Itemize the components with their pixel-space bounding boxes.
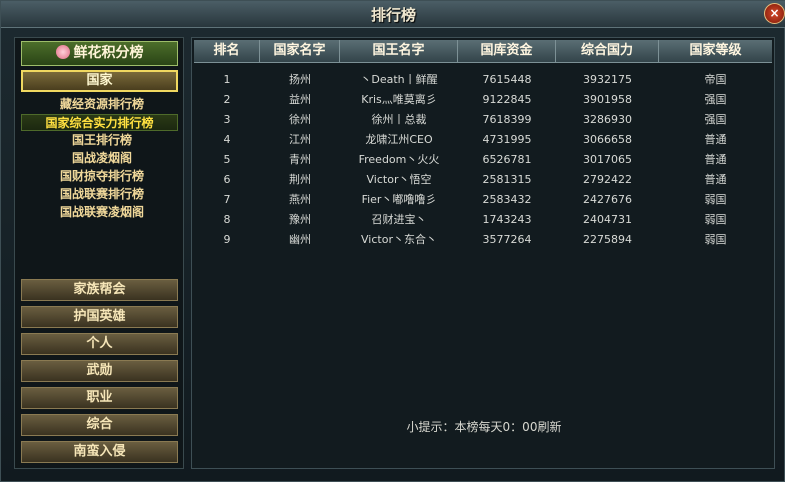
- cell-power: 3901958: [583, 93, 632, 106]
- cell-country: 幽州: [289, 233, 311, 246]
- cell-country: 徐州: [289, 113, 311, 126]
- cell-treasury: 7615448: [482, 73, 532, 86]
- close-button[interactable]: ×: [764, 3, 785, 24]
- cell-king: 徐州丨总裁: [371, 113, 427, 126]
- cell-level: 普通: [704, 153, 727, 166]
- cell-level: 普通: [704, 173, 727, 186]
- cell-rank: 9: [223, 233, 231, 246]
- cell-rank: 4: [223, 133, 231, 146]
- cell-treasury: 7618399: [482, 113, 532, 126]
- category-sidebar: 鲜花积分榜 国家 藏经资源排行榜 国家综合实力排行榜 国王排行榜 国战凌烟阁 国…: [14, 37, 184, 469]
- cell-power: 2427676: [583, 193, 632, 206]
- cell-country: 豫州: [289, 213, 311, 226]
- cell-rank: 7: [223, 193, 231, 206]
- table-row: 2 益州 Kris灬唯莫离彡 9122845 3901958 强国: [194, 90, 772, 110]
- sidebar-item-national-power-ranking[interactable]: 国家综合实力排行榜: [21, 114, 178, 131]
- cell-treasury: 1743243: [482, 213, 532, 226]
- table-header: 排名 国家名字 国王名字 国库资金 综合国力 国家等级: [194, 40, 772, 63]
- tab-personal[interactable]: 个人: [21, 333, 178, 355]
- cell-power: 2792422: [583, 173, 632, 186]
- table-row: 6 荆州 Victor丶悟空 2581315 2792422 普通: [194, 170, 772, 190]
- cell-king: Fier丶嘟噜噜彡: [361, 193, 437, 206]
- cell-king: Kris灬唯莫离彡: [361, 93, 437, 106]
- sidebar-item-resource-ranking[interactable]: 藏经资源排行榜: [32, 96, 172, 113]
- cell-power: 3286930: [583, 113, 632, 126]
- cell-level: 强国: [704, 93, 727, 106]
- table-row: 4 江州 龙啸江州CEO 4731995 3066658 普通: [194, 130, 772, 150]
- cell-level: 弱国: [704, 213, 727, 226]
- cell-rank: 1: [223, 73, 231, 86]
- tab-country[interactable]: 国家: [21, 70, 178, 92]
- header-national-power: 综合国力: [556, 40, 659, 62]
- sidebar-item-league-hall-of-fame[interactable]: 国战联赛凌烟阁: [32, 204, 172, 221]
- tab-flower-ranking[interactable]: 鲜花积分榜: [21, 41, 178, 66]
- cell-country: 益州: [289, 93, 311, 106]
- cell-king: Victor丶东合丶: [361, 233, 437, 246]
- cell-power: 3066658: [583, 133, 632, 146]
- cell-king: 召财进宝丶: [371, 213, 427, 226]
- cell-rank: 8: [223, 213, 231, 226]
- cell-rank: 3: [223, 113, 231, 126]
- cell-king: Victor丶悟空: [366, 173, 432, 186]
- rankings-window: 排行榜 × 鲜花积分榜 国家 藏经资源排行榜 国家综合实力排行榜 国王排行榜 国…: [0, 0, 785, 482]
- cell-level: 帝国: [704, 73, 727, 86]
- tab-family-guild[interactable]: 家族帮会: [21, 279, 178, 301]
- tab-merit[interactable]: 武勋: [21, 360, 178, 382]
- tab-national-heroes[interactable]: 护国英雄: [21, 306, 178, 328]
- header-country-name: 国家名字: [260, 40, 340, 62]
- sidebar-item-plunder-ranking[interactable]: 国财掠夺排行榜: [32, 168, 172, 185]
- cell-king: Freedom丶火火: [358, 153, 440, 166]
- cell-treasury: 2581315: [482, 173, 532, 186]
- cell-treasury: 3577264: [482, 233, 532, 246]
- tab-flower-label: 鲜花积分榜: [73, 45, 144, 61]
- cell-king: 龙啸江州CEO: [365, 133, 433, 146]
- sidebar-item-king-ranking[interactable]: 国王排行榜: [32, 132, 172, 149]
- cell-country: 燕州: [289, 193, 311, 206]
- cell-country: 扬州: [289, 73, 311, 86]
- cell-power: 3017065: [583, 153, 632, 166]
- cell-treasury: 4731995: [482, 133, 532, 146]
- cell-level: 弱国: [704, 233, 727, 246]
- flower-icon: [55, 45, 70, 59]
- header-treasury: 国库资金: [458, 40, 556, 62]
- cell-treasury: 9122845: [482, 93, 532, 106]
- table-row: 1 扬州 丶Death丨鲜醒 7615448 3932175 帝国: [194, 70, 772, 90]
- cell-country: 青州: [289, 153, 311, 166]
- refresh-tip: 小提示：本榜每天0：00刷新: [406, 420, 562, 434]
- cell-power: 3932175: [583, 73, 632, 86]
- window-title: 排行榜: [370, 6, 416, 24]
- cell-rank: 6: [223, 173, 231, 186]
- cell-level: 普通: [704, 133, 727, 146]
- cell-level: 强国: [704, 113, 727, 126]
- tab-overall[interactable]: 综合: [21, 414, 178, 436]
- cell-level: 弱国: [704, 193, 727, 206]
- title-bar: 排行榜 ×: [1, 1, 785, 28]
- sidebar-item-war-hall-of-fame[interactable]: 国战凌烟阁: [32, 150, 172, 167]
- table-row: 5 青州 Freedom丶火火 6526781 3017065 普通: [194, 150, 772, 170]
- cell-country: 江州: [289, 133, 311, 146]
- cell-rank: 2: [223, 93, 231, 106]
- tab-profession[interactable]: 职业: [21, 387, 178, 409]
- cell-rank: 5: [223, 153, 231, 166]
- table-row: 9 幽州 Victor丶东合丶 3577264 2275894 弱国: [194, 230, 772, 250]
- cell-power: 2275894: [583, 233, 632, 246]
- header-rank: 排名: [194, 40, 260, 62]
- cell-king: 丶Death丨鲜醒: [360, 73, 438, 86]
- header-country-level: 国家等级: [689, 43, 742, 58]
- cell-treasury: 2583432: [482, 193, 532, 206]
- cell-treasury: 6526781: [482, 153, 532, 166]
- table-row: 3 徐州 徐州丨总裁 7618399 3286930 强国: [194, 110, 772, 130]
- tab-southern-invasion[interactable]: 南蛮入侵: [21, 441, 178, 463]
- cell-country: 荆州: [289, 173, 311, 186]
- sidebar-item-league-ranking[interactable]: 国战联赛排行榜: [32, 186, 172, 203]
- cell-power: 2404731: [583, 213, 632, 226]
- table-row: 8 豫州 召财进宝丶 1743243 2404731 弱国: [194, 210, 772, 230]
- table-row: 7 燕州 Fier丶嘟噜噜彡 2583432 2427676 弱国: [194, 190, 772, 210]
- header-king-name: 国王名字: [340, 40, 458, 62]
- ranking-panel: 排名 国家名字 国王名字 国库资金 综合国力 国家等级 1 扬州 丶Death丨鲜醒…: [191, 37, 775, 469]
